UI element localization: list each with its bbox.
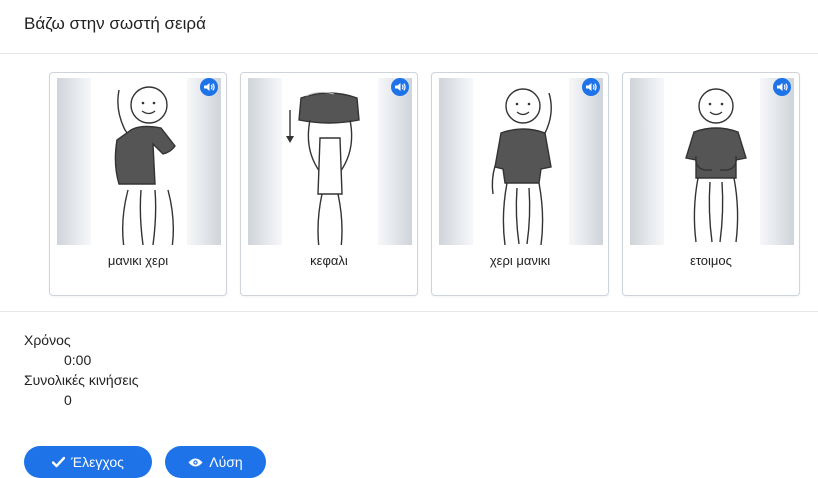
dressing-step-image (57, 78, 221, 245)
sortable-card[interactable]: μανικι χερι (49, 72, 227, 296)
checkmark-icon (52, 456, 66, 468)
header: Βάζω στην σωστή σειρά (0, 0, 818, 54)
card-label: ετοιμος (690, 253, 732, 268)
card-label: κεφαλι (310, 253, 348, 268)
eye-icon (188, 458, 203, 466)
card-label: μανικι χερι (107, 253, 169, 268)
sound-icon[interactable] (773, 78, 791, 96)
moves-value: 0 (64, 392, 72, 408)
stats-panel: Χρόνος 0:00 Συνολικές κινήσεις 0 (24, 330, 138, 410)
time-label: Χρόνος (24, 332, 71, 348)
sortable-card[interactable]: χερι μανικι (431, 72, 609, 296)
sound-icon[interactable] (582, 78, 600, 96)
check-button[interactable]: Έλεγχος (24, 446, 152, 478)
card-label: χερι μανικι (489, 253, 551, 268)
card-area: μανικι χερι κεφαλι χερι μανικι ετοιμος (0, 54, 818, 312)
dressing-step-image (630, 78, 794, 245)
sound-icon[interactable] (200, 78, 218, 96)
dressing-step-image (439, 78, 603, 245)
page-title: Βάζω στην σωστή σειρά (24, 14, 206, 33)
solution-button[interactable]: Λύση (165, 446, 266, 478)
dressing-step-image (248, 78, 412, 245)
solution-button-label: Λύση (209, 454, 243, 470)
sortable-card[interactable]: κεφαλι (240, 72, 418, 296)
time-value: 0:00 (64, 352, 92, 368)
sortable-card[interactable]: ετοιμος (622, 72, 800, 296)
sound-icon[interactable] (391, 78, 409, 96)
moves-label: Συνολικές κινήσεις (24, 372, 139, 388)
check-button-label: Έλεγχος (71, 454, 124, 470)
